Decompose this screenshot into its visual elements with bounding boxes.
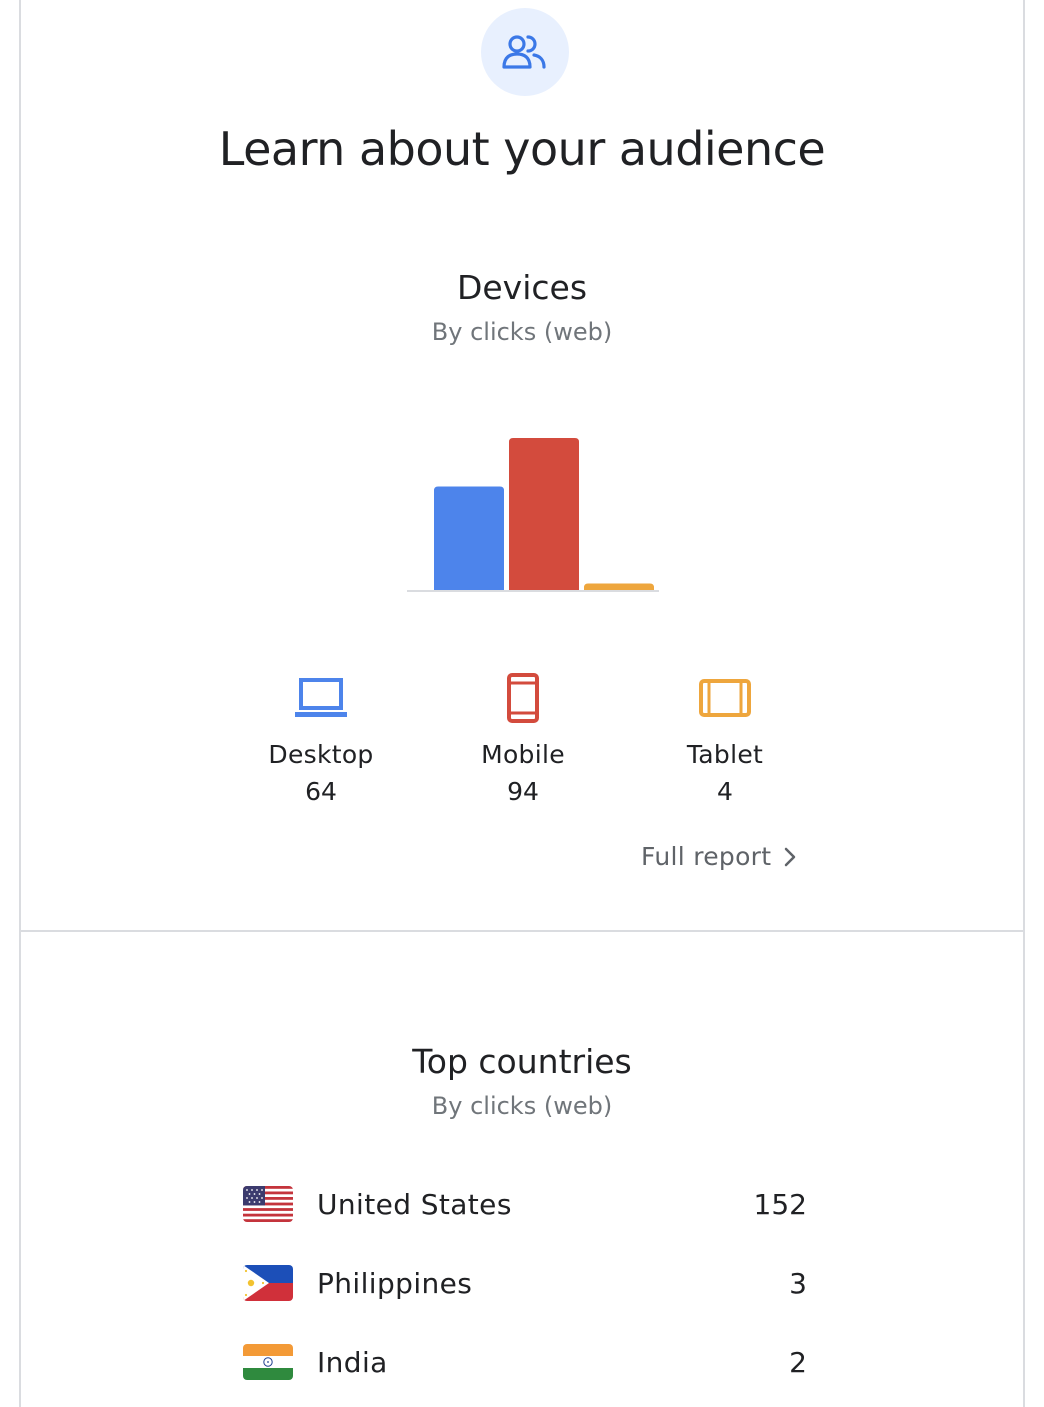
country-row: United States 152 xyxy=(243,1182,807,1226)
ph-flag-icon xyxy=(243,1265,293,1301)
country-value: 152 xyxy=(753,1187,807,1221)
phone-icon xyxy=(507,673,539,723)
bar-tablet xyxy=(584,583,654,590)
country-name: India xyxy=(317,1345,388,1379)
page-title: Learn about your audience xyxy=(218,122,826,176)
country-row: India 2 xyxy=(243,1340,807,1384)
device-mobile: Mobile 94 xyxy=(423,670,623,806)
tablet-icon xyxy=(699,679,751,717)
devices-card: Learn about your audience Devices By cli… xyxy=(19,0,1025,932)
country-value: 3 xyxy=(789,1266,807,1300)
bar-desktop xyxy=(434,486,504,590)
device-value: 64 xyxy=(305,777,337,806)
devices-subtitle: By clicks (web) xyxy=(431,318,613,346)
chevron-right-icon xyxy=(785,847,796,866)
country-row: Philippines 3 xyxy=(243,1261,807,1305)
device-label: Desktop xyxy=(268,740,374,769)
countries-card: Top countries By clicks (web) United Sta… xyxy=(19,932,1025,1407)
laptop-icon xyxy=(295,678,347,717)
device-label: Tablet xyxy=(686,740,764,769)
devices-bar-chart xyxy=(407,438,659,592)
device-label: Mobile xyxy=(481,740,565,769)
devices-title: Devices xyxy=(456,268,588,307)
country-name: United States xyxy=(317,1187,512,1221)
country-name: Philippines xyxy=(317,1266,473,1300)
country-value: 2 xyxy=(789,1345,807,1379)
in-flag-icon xyxy=(243,1344,293,1380)
countries-title: Top countries xyxy=(412,1042,632,1081)
device-value: 4 xyxy=(717,777,733,806)
bar-mobile xyxy=(509,438,579,590)
countries-subtitle: By clicks (web) xyxy=(431,1092,613,1120)
device-value: 94 xyxy=(507,777,539,806)
device-tablet: Tablet 4 xyxy=(625,670,825,806)
audience-icon-circle xyxy=(481,8,569,96)
people-icon xyxy=(502,35,546,69)
device-desktop: Desktop 64 xyxy=(221,670,421,806)
full-report-label: Full report xyxy=(641,842,772,871)
us-flag-icon xyxy=(243,1186,293,1222)
full-report-link[interactable]: Full report xyxy=(641,842,797,871)
